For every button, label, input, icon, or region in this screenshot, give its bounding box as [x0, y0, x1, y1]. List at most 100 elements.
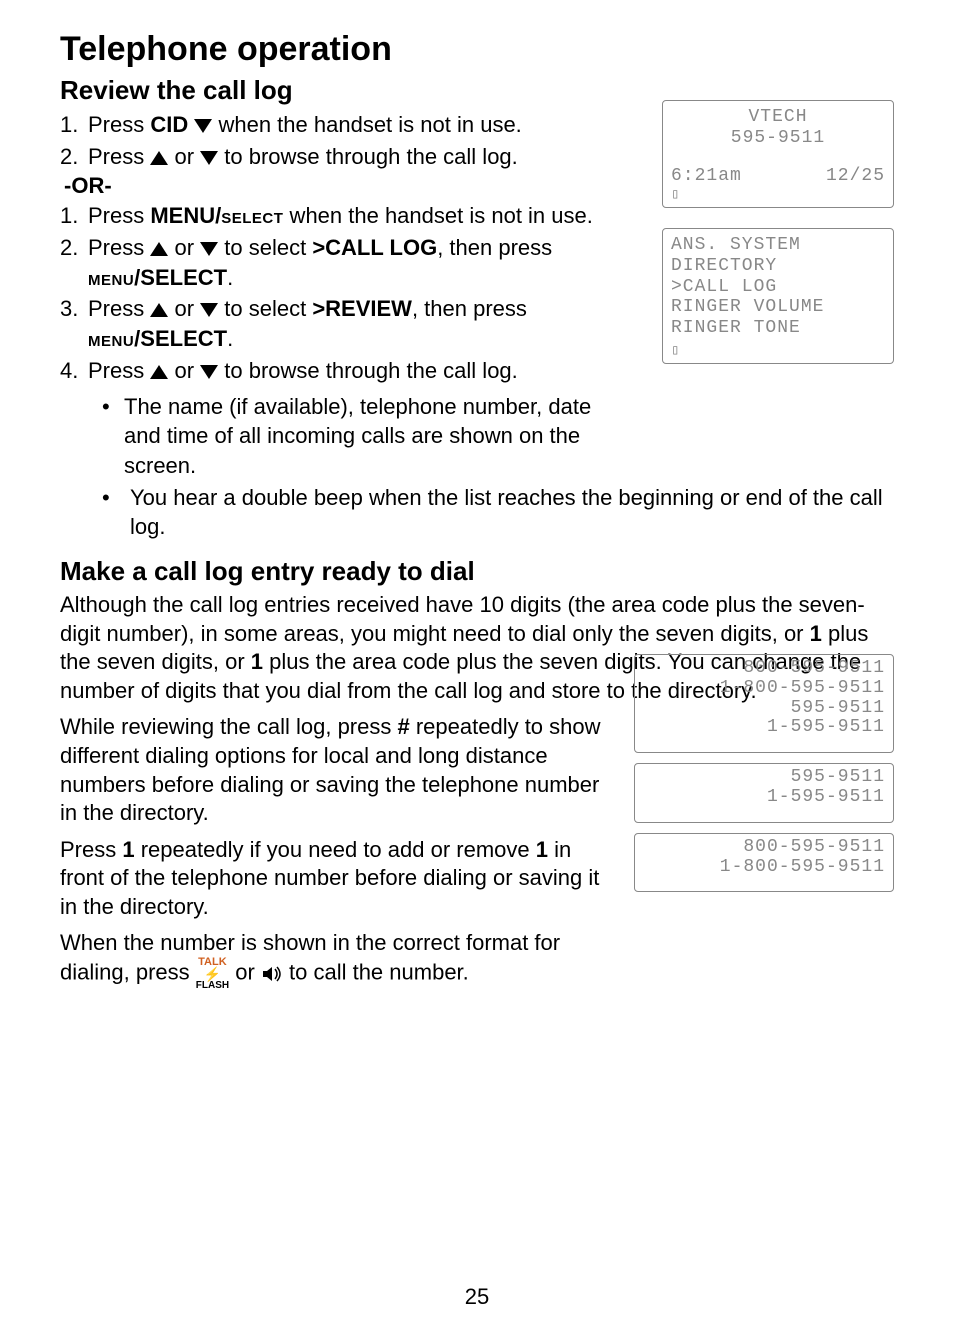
text: Press [88, 203, 150, 228]
text: or [168, 296, 200, 321]
caller-name: VTECH [671, 107, 885, 128]
page-number: 25 [0, 1284, 954, 1310]
page-title: Telephone operation [60, 30, 894, 69]
phone-number: 1-595-9511 [643, 788, 885, 808]
bullet-icon: • [102, 392, 124, 481]
lcd-examples: VTECH 595-9511 6:21am 12/25 ▯ ANS. SYSTE… [662, 100, 894, 384]
alt-step-4: 4. Press or to browse through the call l… [60, 356, 626, 386]
phone-number: 1-595-9511 [643, 718, 885, 738]
text: to select [218, 235, 312, 260]
phone-number: 1-800-595-9511 [643, 679, 885, 699]
menu-item: RINGER TONE [671, 318, 885, 339]
procedure-list-1: 1. Press CID when the handset is not in … [60, 110, 626, 171]
text: Press [60, 837, 122, 862]
key-menu: MENU/select [150, 203, 283, 228]
caller-number: 595-9511 [671, 128, 885, 149]
key-hash: # [397, 714, 409, 739]
section-heading-2: Make a call log entry ready to dial [60, 556, 894, 587]
text: , then press [412, 296, 527, 321]
bullet-icon: • [102, 483, 130, 542]
step-number: 4. [60, 356, 88, 386]
digit-one: 1 [251, 649, 263, 674]
text: Press [88, 358, 150, 383]
text: Press [88, 144, 150, 169]
step-number: 1. [60, 110, 88, 140]
procedure-list-2: 1. Press MENU/select when the handset is… [60, 201, 626, 480]
down-arrow-icon [200, 365, 218, 379]
up-arrow-icon [150, 151, 168, 165]
lcd-call-log-entry: VTECH 595-9511 6:21am 12/25 ▯ [662, 100, 894, 208]
alt-step-2: 2. Press or to select >CALL LOG, then pr… [60, 233, 626, 292]
text: or [229, 960, 261, 985]
step-number: 2. [60, 233, 88, 292]
menu-item-selected: >CALL LOG [671, 277, 885, 298]
call-time: 6:21am [671, 166, 742, 187]
menu-item: DIRECTORY [671, 256, 885, 277]
key-one: 1 [536, 837, 548, 862]
target-call-log: >CALL LOG [312, 235, 437, 260]
alt-step-1: 1. Press MENU/select when the handset is… [60, 201, 626, 231]
paragraph-2: While reviewing the call log, press # re… [60, 713, 620, 827]
menu-item: ANS. SYSTEM [671, 235, 885, 256]
text: or [168, 144, 200, 169]
up-arrow-icon [150, 365, 168, 379]
text: Press [88, 112, 150, 137]
text: Press [88, 296, 150, 321]
text: to select [218, 296, 312, 321]
phone-number: 1-800-595-9511 [643, 858, 885, 878]
text: repeatedly if you need to add or remove [135, 837, 536, 862]
text: when the handset is not in use. [283, 203, 592, 228]
dial-format-box-2: 595-9511 1-595-9511 [634, 763, 894, 823]
down-arrow-icon [194, 119, 212, 133]
text: While reviewing the call log, press [60, 714, 397, 739]
talk-flash-icon: TALK⚡FLASH [196, 958, 229, 989]
speaker-icon [261, 960, 283, 985]
battery-icon: ▯ [671, 187, 885, 203]
step-number: 3. [60, 294, 88, 353]
note-1: • The name (if available), telephone num… [102, 392, 626, 481]
key-one: 1 [122, 837, 134, 862]
menu-item: RINGER VOLUME [671, 297, 885, 318]
text: Press [88, 235, 150, 260]
alt-step-3: 3. Press or to select >REVIEW, then pres… [60, 294, 626, 353]
key-menu-select: menu/SELECT [88, 265, 227, 290]
paragraph-4: When the number is shown in the correct … [60, 929, 620, 989]
dial-format-box-3: 800-595-9511 1-800-595-9511 [634, 833, 894, 893]
step-number: 2. [60, 142, 88, 172]
digit-one: 1 [810, 621, 822, 646]
dial-format-box-1: 800-595-9511 1-800-595-9511 595-9511 1-5… [634, 654, 894, 753]
phone-number: 595-9511 [643, 699, 885, 719]
dial-format-examples: 800-595-9511 1-800-595-9511 595-9511 1-5… [634, 654, 894, 902]
notes-list: • The name (if available), telephone num… [102, 392, 626, 481]
step-2: 2. Press or to browse through the call l… [60, 142, 626, 172]
lcd-menu: ANS. SYSTEM DIRECTORY >CALL LOG RINGER V… [662, 228, 894, 364]
text: , then press [437, 235, 552, 260]
text: when the handset is not in use. [212, 112, 521, 137]
text: . [227, 265, 233, 290]
text: You hear a double beep when the list rea… [130, 483, 894, 542]
down-arrow-icon [200, 242, 218, 256]
up-arrow-icon [150, 303, 168, 317]
paragraph-3: Press 1 repeatedly if you need to add or… [60, 836, 620, 922]
note-2: • You hear a double beep when the list r… [102, 483, 894, 542]
phone-number: 800-595-9511 [643, 659, 885, 679]
text: or [168, 235, 200, 260]
text: The name (if available), telephone numbe… [124, 392, 626, 481]
down-arrow-icon [200, 303, 218, 317]
text: to browse through the call log. [218, 144, 518, 169]
up-arrow-icon [150, 242, 168, 256]
notes-list-wide: • You hear a double beep when the list r… [102, 483, 894, 542]
down-arrow-icon [200, 151, 218, 165]
battery-icon: ▯ [671, 343, 885, 359]
text: to browse through the call log. [218, 358, 518, 383]
phone-number: 800-595-9511 [643, 838, 885, 858]
key-menu-select: menu/SELECT [88, 326, 227, 351]
text: . [227, 326, 233, 351]
phone-number: 595-9511 [643, 768, 885, 788]
step-number: 1. [60, 201, 88, 231]
target-review: >REVIEW [312, 296, 412, 321]
call-date: 12/25 [826, 166, 885, 187]
text: or [168, 358, 200, 383]
text: to call the number. [283, 960, 469, 985]
key-cid: CID [150, 112, 194, 137]
